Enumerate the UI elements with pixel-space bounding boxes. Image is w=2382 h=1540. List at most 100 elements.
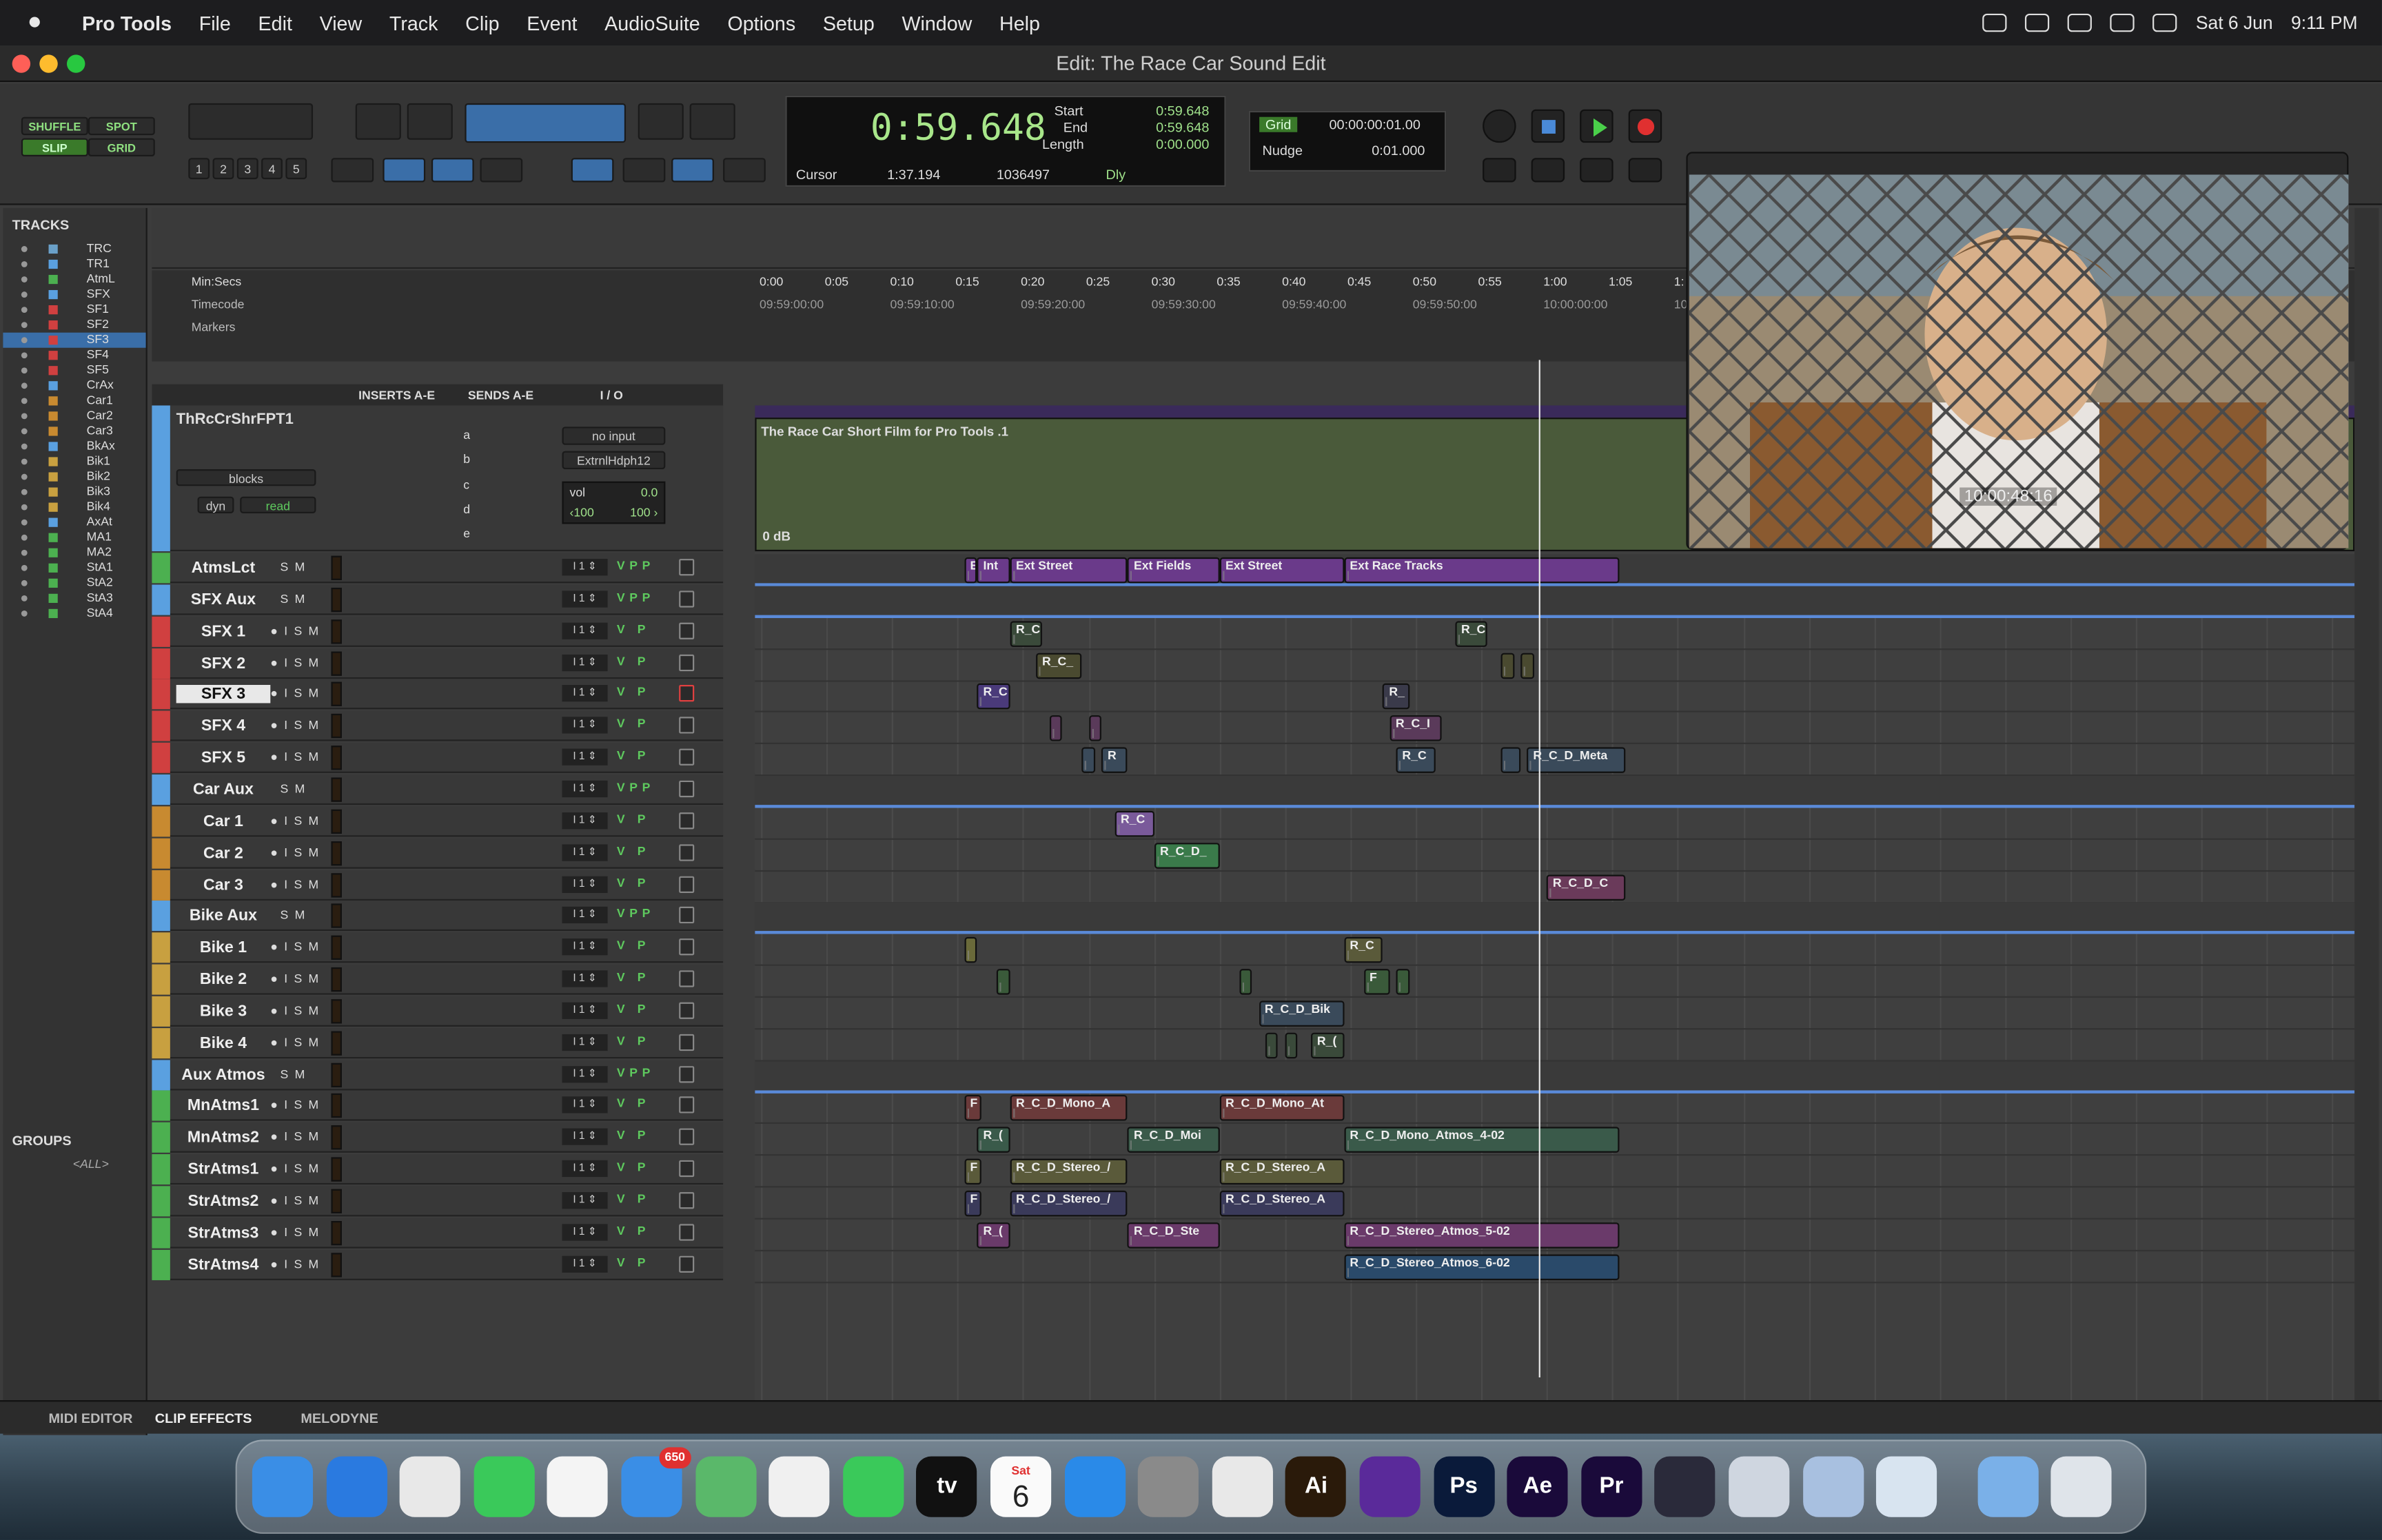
track-header-row[interactable]: Car 3 ● I S M I 1 ⇕ V P — [152, 869, 724, 900]
output-window-icon[interactable] — [679, 653, 695, 671]
visibility-dot-icon[interactable] — [21, 382, 28, 389]
track-voice-pan[interactable]: V P — [617, 876, 650, 890]
track-io-selector[interactable]: I 1 ⇕ — [562, 748, 608, 766]
mirror-midi-icon[interactable] — [622, 158, 666, 183]
zoom-preset-1[interactable]: 1 — [188, 158, 210, 180]
dock-app-trash-icon[interactable] — [2051, 1456, 2113, 1517]
track-ism-buttons[interactable]: ● I S M — [270, 1162, 320, 1175]
track-name[interactable]: Car 2 — [176, 844, 271, 862]
track-ism-buttons[interactable]: ● I S M — [270, 845, 320, 859]
audio-clip[interactable]: R_C_D_Stereo_A — [1219, 1190, 1344, 1217]
shuffle-mode-button[interactable]: SHUFFLE — [21, 116, 88, 136]
ruler-markers-label[interactable]: Markers — [192, 320, 236, 334]
track-list-item[interactable]: Bik2 — [3, 469, 145, 484]
track-name[interactable]: SFX 2 — [176, 654, 271, 672]
audio-clip[interactable] — [964, 937, 977, 963]
track-io-selector[interactable]: I 1 ⇕ — [562, 1129, 608, 1146]
loop-icon[interactable] — [1483, 109, 1516, 143]
track-ism-buttons[interactable]: S M — [270, 1067, 306, 1081]
dock-app-app-store-icon[interactable] — [1064, 1456, 1126, 1517]
output-window-icon[interactable] — [679, 1065, 695, 1082]
audio-clip[interactable]: R_( — [977, 1222, 1010, 1249]
menu-window[interactable]: Window — [902, 12, 972, 34]
track-lane[interactable] — [755, 649, 2355, 681]
menu-edit[interactable]: Edit — [258, 12, 292, 34]
track-io-selector[interactable]: I 1 ⇕ — [562, 717, 608, 735]
audio-clip[interactable]: Ext Street — [1010, 557, 1128, 584]
track-list-item[interactable]: AxAt — [3, 515, 145, 530]
dock-app-mail-icon[interactable]: 650 — [621, 1447, 691, 1517]
track-header-row[interactable]: Aux Atmos S M I 1 ⇕ VPP — [152, 1059, 724, 1090]
track-header-row[interactable]: Car 1 ● I S M I 1 ⇕ V P — [152, 805, 724, 836]
send-d[interactable]: d — [463, 498, 470, 523]
sends-column-label[interactable]: SENDS A-E — [468, 389, 533, 402]
dock-app-illustrator-icon[interactable]: Ai — [1285, 1456, 1347, 1517]
track-voice-pan[interactable]: V P — [617, 1097, 650, 1111]
track-name[interactable]: Bike 4 — [176, 1034, 271, 1051]
output-window-icon[interactable] — [679, 907, 695, 924]
zoom-preset-3[interactable]: 3 — [236, 158, 258, 180]
output-window-icon[interactable] — [679, 780, 695, 797]
nudge-value[interactable]: 0:01.000 — [1372, 143, 1425, 158]
tab-melodyne[interactable]: MELODYNE — [301, 1411, 378, 1426]
audio-clip[interactable]: R_ — [1383, 684, 1409, 710]
menu-setup[interactable]: Setup — [823, 12, 875, 34]
track-io-selector[interactable]: I 1 ⇕ — [562, 875, 608, 892]
audio-clip[interactable]: R_C_D_Mono_At — [1219, 1096, 1344, 1122]
spot-mode-button[interactable]: SPOT — [88, 116, 155, 136]
track-header-row[interactable]: Bike Aux S M I 1 ⇕ VPP — [152, 901, 724, 932]
dock-app-messages-icon[interactable] — [474, 1456, 535, 1517]
track-io-selector[interactable]: I 1 ⇕ — [562, 970, 608, 987]
track-name[interactable]: StrAtms1 — [176, 1160, 271, 1178]
track-header-row[interactable]: SFX 2 ● I S M I 1 ⇕ V P — [152, 648, 724, 679]
audio-clip[interactable]: R_C_D_Mono_Atmos_4-02 — [1343, 1127, 1619, 1153]
track-lane[interactable] — [755, 586, 2355, 618]
track-ism-buttons[interactable]: ● I S M — [270, 1098, 320, 1112]
track-list-item[interactable]: StA4 — [3, 606, 145, 621]
video-track-view-select[interactable]: blocks — [176, 469, 316, 486]
track-voice-pan[interactable]: VPP — [617, 781, 655, 794]
audio-clip[interactable]: R_( — [1311, 1032, 1344, 1058]
track-voice-pan[interactable]: V P — [617, 717, 650, 731]
output-window-icon[interactable] — [679, 875, 695, 892]
output-window-icon[interactable] — [679, 1224, 695, 1241]
wifi-icon[interactable] — [2068, 13, 2093, 32]
track-io-selector[interactable]: I 1 ⇕ — [562, 780, 608, 797]
visibility-dot-icon[interactable] — [21, 246, 28, 252]
grid-value[interactable]: 00:00:00:01.00 — [1330, 117, 1421, 132]
audio-clip[interactable]: R_C — [1010, 620, 1043, 647]
visibility-dot-icon[interactable] — [21, 307, 28, 314]
track-ism-buttons[interactable]: ● I S M — [270, 877, 320, 891]
output-window-icon[interactable] — [679, 622, 695, 639]
track-io-selector[interactable]: I 1 ⇕ — [562, 1255, 608, 1273]
track-name[interactable]: SFX 5 — [176, 749, 271, 767]
track-header-row[interactable]: Bike 2 ● I S M I 1 ⇕ V P — [152, 964, 724, 995]
track-lane[interactable] — [755, 1156, 2355, 1188]
track-voice-pan[interactable]: V P — [617, 938, 650, 952]
track-voice-pan[interactable]: VPP — [617, 591, 655, 604]
visibility-dot-icon[interactable] — [21, 398, 28, 404]
audio-clip[interactable]: F — [964, 1158, 981, 1185]
track-name[interactable]: Car 1 — [176, 812, 271, 830]
visibility-dot-icon[interactable] — [21, 564, 28, 571]
track-header-row[interactable]: SFX 3 ● I S M I 1 ⇕ V P — [152, 679, 724, 710]
track-ism-buttons[interactable]: S M — [270, 782, 306, 796]
track-ism-buttons[interactable]: S M — [270, 592, 306, 606]
zoom-controls[interactable] — [188, 103, 314, 140]
track-list-item[interactable]: AtmL — [3, 272, 145, 287]
dock-app-folder-icon[interactable] — [1977, 1456, 2039, 1517]
output-window-icon[interactable] — [679, 843, 695, 861]
video-track-volume-pan[interactable]: vol 0.0 ‹100 100 › — [562, 481, 666, 524]
track-lane[interactable] — [755, 1188, 2355, 1220]
send-b[interactable]: b — [463, 449, 470, 473]
audio-clip[interactable]: R_C_D_Ste — [1128, 1222, 1220, 1249]
output-window-icon[interactable] — [679, 812, 695, 829]
track-name[interactable]: StrAtms3 — [176, 1224, 271, 1242]
track-header-row[interactable]: SFX 4 ● I S M I 1 ⇕ V P — [152, 711, 724, 742]
visibility-dot-icon[interactable] — [21, 473, 28, 480]
track-io-selector[interactable]: I 1 ⇕ — [562, 591, 608, 608]
track-list-item[interactable]: Bik4 — [3, 500, 145, 515]
dock-app-reminders-icon[interactable] — [547, 1456, 609, 1517]
output-window-icon[interactable] — [679, 1034, 695, 1051]
visibility-dot-icon[interactable] — [21, 337, 28, 344]
